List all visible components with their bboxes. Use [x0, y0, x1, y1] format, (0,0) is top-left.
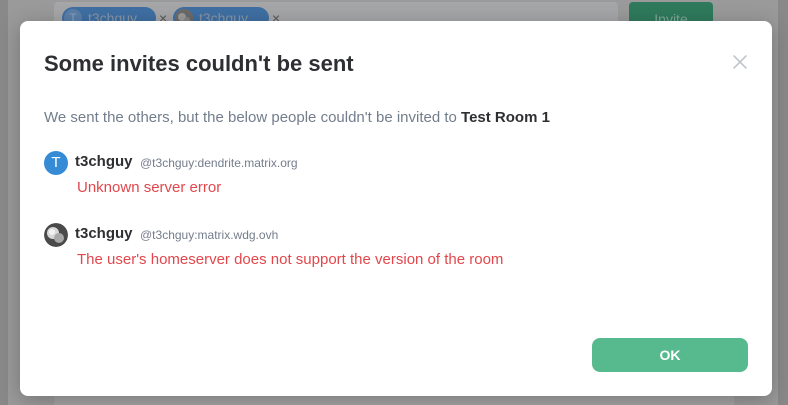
- description-text: We sent the others, but the below people…: [44, 109, 462, 126]
- avatar: T: [44, 151, 68, 175]
- dialog-title: Some invites couldn't be sent: [44, 51, 354, 76]
- user-id: @t3chguy:dendrite.matrix.org: [140, 156, 298, 170]
- avatar-image-icon: [44, 223, 68, 247]
- dialog-description: We sent the others, but the below people…: [44, 109, 550, 126]
- user-display-name: t3chguy: [75, 225, 133, 242]
- user-id: @t3chguy:matrix.wdg.ovh: [140, 228, 279, 242]
- invite-error-message: Unknown server error: [77, 179, 222, 196]
- invite-failure-dialog: Some invites couldn't be sent We sent th…: [20, 21, 772, 396]
- invite-error-message: The user's homeserver does not support t…: [77, 251, 504, 268]
- room-name: Test Room 1: [461, 109, 550, 126]
- ok-button[interactable]: OK: [592, 338, 748, 372]
- avatar: [44, 223, 68, 247]
- close-icon: [733, 55, 747, 69]
- user-display-name: t3chguy: [75, 153, 133, 170]
- close-button[interactable]: [731, 53, 749, 71]
